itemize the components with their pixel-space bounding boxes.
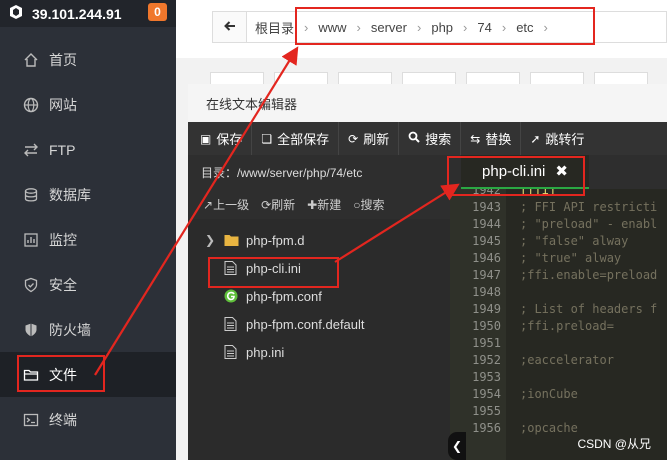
arrow-to-tab: [334, 183, 460, 263]
annotation-arrows: [94, 46, 460, 376]
arrow-to-breadcrumb: [94, 46, 299, 376]
